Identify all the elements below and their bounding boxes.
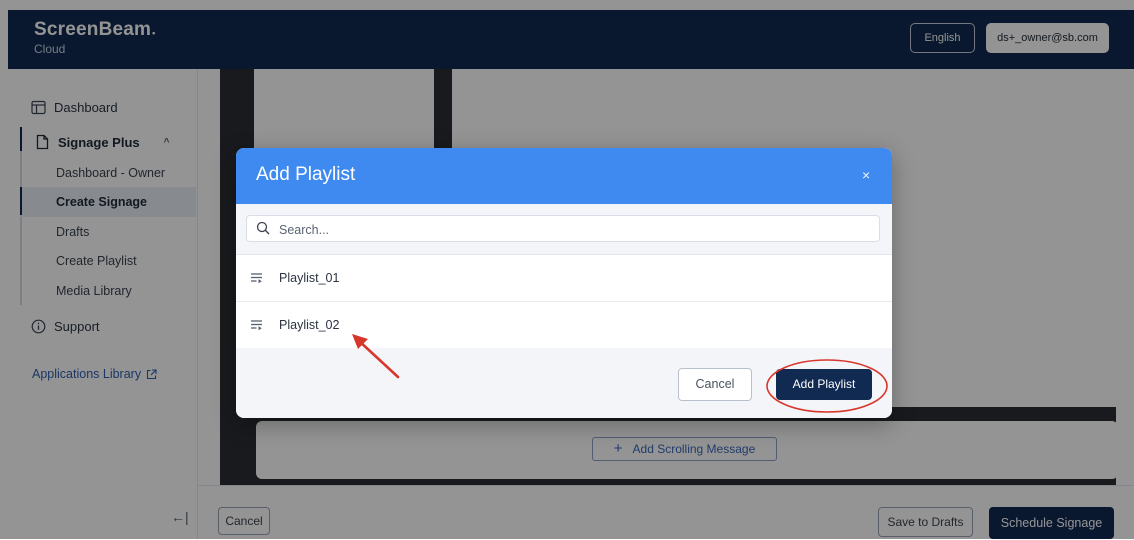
playlist-icon: [250, 318, 264, 336]
playlist-icon: [250, 271, 264, 289]
dialog-cancel-button[interactable]: Cancel: [678, 368, 752, 401]
dialog-header: Add Playlist ×: [236, 148, 892, 204]
highlight-circle-annotation: [766, 359, 888, 413]
playlist-name: Playlist_01: [279, 271, 340, 285]
playlist-row[interactable]: Playlist_02: [236, 302, 892, 349]
search-field[interactable]: [246, 215, 880, 242]
playlist-name: Playlist_02: [279, 318, 340, 332]
search-bar: [236, 204, 892, 255]
close-icon[interactable]: ×: [862, 167, 870, 183]
dialog-title: Add Playlist: [256, 164, 356, 185]
pointer-arrow-annotation: [352, 334, 400, 379]
search-icon: [256, 221, 270, 240]
playlist-row[interactable]: Playlist_01: [236, 255, 892, 302]
search-input[interactable]: [277, 219, 871, 240]
